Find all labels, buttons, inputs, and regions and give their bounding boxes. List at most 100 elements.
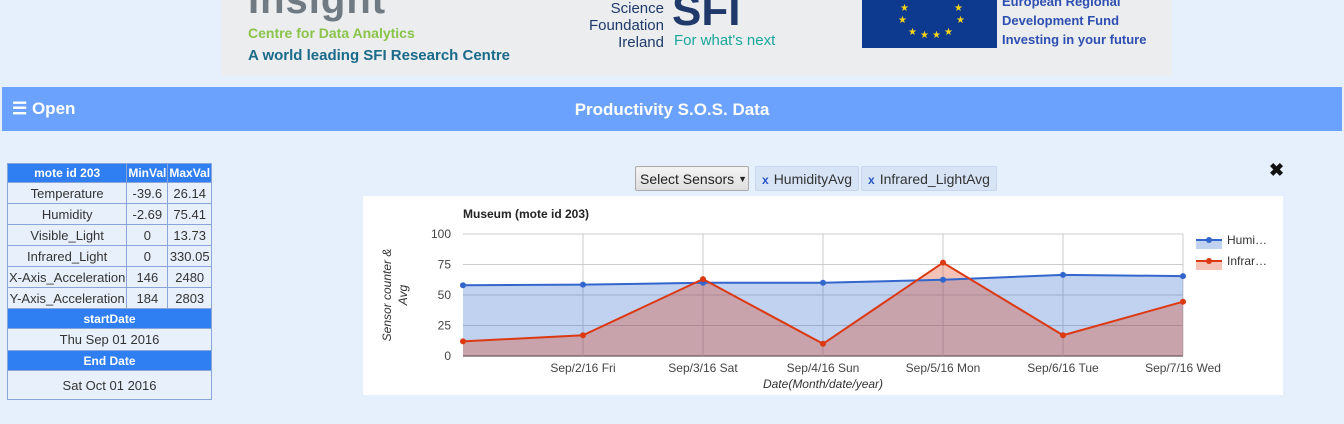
min-value: 184 <box>126 287 169 309</box>
x-tick-label: Sep/4/16 Sun <box>787 361 860 375</box>
data-point <box>1180 273 1186 280</box>
eu-flag-icon: ★ ★ ★ ★ ★ ★ ★ ★ <box>862 0 997 48</box>
erdf-text: European Regional Development Fund Inves… <box>1002 0 1146 49</box>
table-row: Visible_Light 0 13.73 <box>6 224 213 246</box>
min-value: -2.69 <box>126 203 169 225</box>
data-point <box>820 340 826 347</box>
end-date-value: Sat Oct 01 2016 <box>6 370 213 400</box>
select-sensors-label: Select Sensors <box>640 171 735 187</box>
x-tick-label: Sep/3/16 Sat <box>668 361 738 375</box>
x-tick-label: Sep/5/16 Mon <box>906 361 981 375</box>
sfi-line: Science <box>610 0 664 17</box>
insight-logo: Insight <box>248 0 387 22</box>
chart-title: Museum (mote id 203) <box>463 207 589 221</box>
legend-marker <box>1206 237 1212 243</box>
sensor-chip-humidity[interactable]: x HumidityAvg <box>755 166 860 191</box>
select-sensors-dropdown[interactable]: Select Sensors ▼ <box>635 166 749 191</box>
start-date-value: Thu Sep 01 2016 <box>6 328 213 351</box>
erdf-line: Development Fund <box>1002 13 1120 28</box>
y-tick-label: 50 <box>438 288 452 302</box>
star-icon: ★ <box>920 30 929 41</box>
erdf-line: Investing in your future <box>1002 32 1147 47</box>
star-icon: ★ <box>900 3 909 14</box>
sfi-line: Foundation <box>588 17 664 34</box>
chart-svg: 0 25 50 75 100 Sep/2/16 Fri Sep/3/16 Sat Sep/4/… <box>380 207 1267 391</box>
sfi-logo: SFI <box>672 0 741 35</box>
top-bar: ☰ Open Productivity S.O.S. Data <box>2 87 1342 131</box>
x-tick-label: Sep/6/16 Tue <box>1027 361 1099 375</box>
chip-label: Infrared_LightAvg <box>879 171 990 187</box>
start-date-header: startDate <box>6 308 213 329</box>
data-point <box>940 276 946 283</box>
max-value: 2803 <box>167 287 213 309</box>
min-value: 146 <box>126 266 169 288</box>
data-point <box>820 279 826 286</box>
star-icon: ★ <box>898 15 907 26</box>
sensor-name: Infrared_Light <box>6 245 128 267</box>
sfi-line: Ireland <box>618 34 664 51</box>
legend-label: Infrar… <box>1227 254 1267 268</box>
star-icon: ★ <box>908 27 917 38</box>
y-tick-label: 75 <box>438 258 452 272</box>
chip-label: HumidityAvg <box>773 171 853 187</box>
erdf-line: European Regional <box>1002 0 1121 9</box>
sensor-name: X-Axis_Acceleration <box>6 266 128 288</box>
page-title: Productivity S.O.S. Data <box>574 100 770 119</box>
max-value: 330.05 <box>167 245 213 267</box>
insight-tagline-1: Centre for Data Analytics <box>248 25 415 41</box>
max-value: 75.41 <box>167 203 213 225</box>
sfi-tagline: For what's next <box>674 32 776 49</box>
max-value: 26.14 <box>167 182 213 204</box>
data-point <box>700 276 706 283</box>
remove-chip-icon[interactable]: x <box>868 173 875 187</box>
y-axis-label: Avg <box>396 284 410 306</box>
sfi-wordmark: Science Foundation Ireland <box>589 0 664 51</box>
y-tick-label: 25 <box>438 319 452 333</box>
star-icon: ★ <box>944 27 953 38</box>
sensor-name: Humidity <box>6 203 128 225</box>
column-header: mote id 203 <box>6 163 128 183</box>
data-point <box>1060 332 1066 339</box>
max-value: 13.73 <box>167 224 213 246</box>
table-row: Y-Axis_Acceleration 184 2803 <box>6 287 213 309</box>
x-tick-label: Sep/7/16 Wed <box>1145 361 1221 375</box>
sensor-name: Y-Axis_Acceleration <box>6 287 128 309</box>
sensor-chart: 0 25 50 75 100 Sep/2/16 Fri Sep/3/16 Sat Sep/4/… <box>363 196 1283 395</box>
remove-chip-icon[interactable]: x <box>762 173 769 187</box>
legend-marker <box>1206 258 1212 264</box>
data-point <box>1060 271 1066 278</box>
star-icon: ★ <box>932 30 941 41</box>
legend-label: Humi… <box>1227 233 1267 247</box>
insight-tagline-2: A world leading SFI Research Centre <box>248 47 511 64</box>
min-value: -39.6 <box>126 182 169 204</box>
mote-stats-table: mote id 203 MinVal MaxVal Temperature -3… <box>6 163 213 400</box>
star-icon: ★ <box>956 15 965 26</box>
sensor-name: Visible_Light <box>6 224 128 246</box>
min-value: 0 <box>126 224 169 246</box>
column-header: MaxVal <box>167 163 213 183</box>
caret-down-icon: ▼ <box>738 174 747 184</box>
data-point <box>460 338 466 345</box>
data-point <box>940 259 946 266</box>
column-header: MinVal <box>126 163 169 183</box>
data-point <box>1180 298 1186 305</box>
y-tick-label: 0 <box>444 349 451 363</box>
data-point <box>580 281 586 288</box>
max-value: 2480 <box>167 266 213 288</box>
table-row: Humidity -2.69 75.41 <box>6 203 213 225</box>
sponsor-banner: Insight Centre for Data Analytics A worl… <box>222 0 1172 76</box>
data-point <box>460 282 466 289</box>
x-tick-label: Sep/2/16 Fri <box>550 361 615 375</box>
sensor-chip-infrared[interactable]: x Infrared_LightAvg <box>861 166 997 191</box>
table-header-row: mote id 203 MinVal MaxVal <box>6 163 213 183</box>
star-icon: ★ <box>954 3 963 14</box>
table-row: Temperature -39.6 26.14 <box>6 182 213 204</box>
x-axis-label: Date(Month/date/year) <box>763 377 883 391</box>
min-value: 0 <box>126 245 169 267</box>
close-icon[interactable]: ✖ <box>1269 160 1284 181</box>
sensor-name: Temperature <box>6 182 128 204</box>
y-tick-label: 100 <box>431 227 451 241</box>
y-axis-label: Sensor counter & <box>380 249 394 342</box>
end-date-header: End Date <box>6 350 213 371</box>
table-row: Infrared_Light 0 330.05 <box>6 245 213 267</box>
